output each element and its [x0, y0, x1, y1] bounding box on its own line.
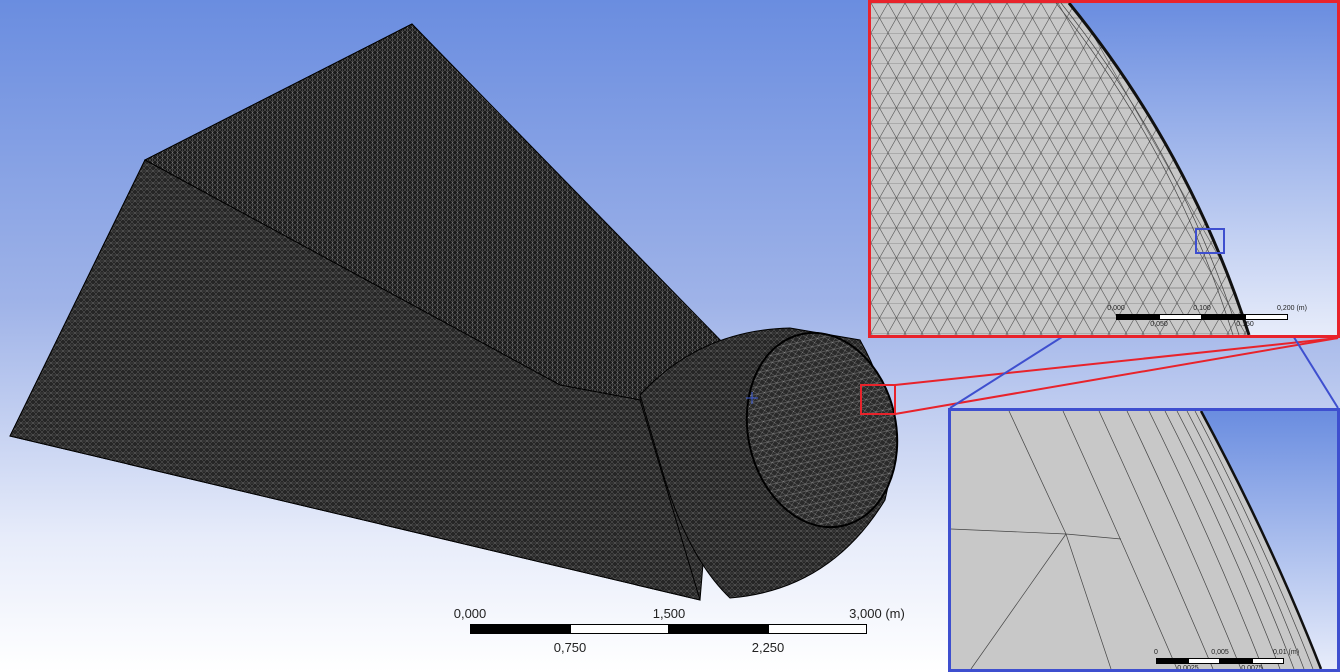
scale-label-2: 0,01 (m) — [1272, 649, 1300, 656]
scale-segment-1 — [470, 624, 570, 634]
scale-label-mid-2: 2,250 — [751, 640, 785, 655]
zoom-connector-red-upper — [894, 337, 1339, 386]
scale-segment-2 — [1188, 658, 1220, 664]
scale-segment-2 — [1159, 314, 1202, 320]
scale-segment-4 — [1252, 658, 1284, 664]
zoom-connector-red-lower — [894, 337, 1339, 415]
zoom-inset-red[interactable]: 0,000 0,100 0,200 (m) 0,050 0,150 — [868, 0, 1340, 338]
scale-label-1: 0,005 — [1211, 649, 1229, 656]
inset-blue-mesh — [951, 411, 1337, 669]
inset-red-scale-bar: 0,000 0,100 0,200 (m) 0,050 0,150 — [1107, 305, 1307, 335]
scale-label-0: 0,000 — [1107, 305, 1125, 312]
scale-segment-1 — [1116, 314, 1159, 320]
scale-segment-4 — [1245, 314, 1288, 320]
scale-segment-3 — [1202, 314, 1245, 320]
scale-label-0: 0,000 — [453, 606, 487, 621]
inset-blue-scale-bar: 0 0,005 0,01 (m) 0,0025 0,0075 — [1154, 649, 1326, 672]
zoom-inset-blue[interactable]: 0 0,005 0,01 (m) 0,0025 0,0075 — [948, 408, 1340, 672]
scale-segment-3 — [669, 624, 768, 634]
scale-segment-4 — [768, 624, 867, 634]
scale-label-mid-2: 0,150 — [1236, 321, 1254, 328]
inset-red-mesh — [871, 3, 1337, 335]
scale-label-0: 0 — [1154, 649, 1158, 656]
scale-label-mid-1: 0,050 — [1150, 321, 1168, 328]
scale-label-mid-1: 0,0025 — [1177, 665, 1199, 672]
scale-label-1: 0,100 — [1193, 305, 1211, 312]
scale-segment-3 — [1220, 658, 1252, 664]
scale-label-1: 1,500 — [652, 606, 686, 621]
scale-segment-1 — [1156, 658, 1188, 664]
graphics-viewport[interactable]: 0,000 1,500 3,000 (m) 0,750 2,250 0,000 … — [0, 0, 1340, 672]
scale-label-mid-2: 0,0075 — [1241, 665, 1263, 672]
main-scale-bar: 0,000 1,500 3,000 (m) 0,750 2,250 — [454, 604, 905, 664]
scale-label-2: 0,200 (m) — [1277, 305, 1307, 312]
scale-label-2: 3,000 (m) — [849, 606, 905, 621]
scale-label-mid-1: 0,750 — [553, 640, 587, 655]
scale-segment-2 — [570, 624, 669, 634]
